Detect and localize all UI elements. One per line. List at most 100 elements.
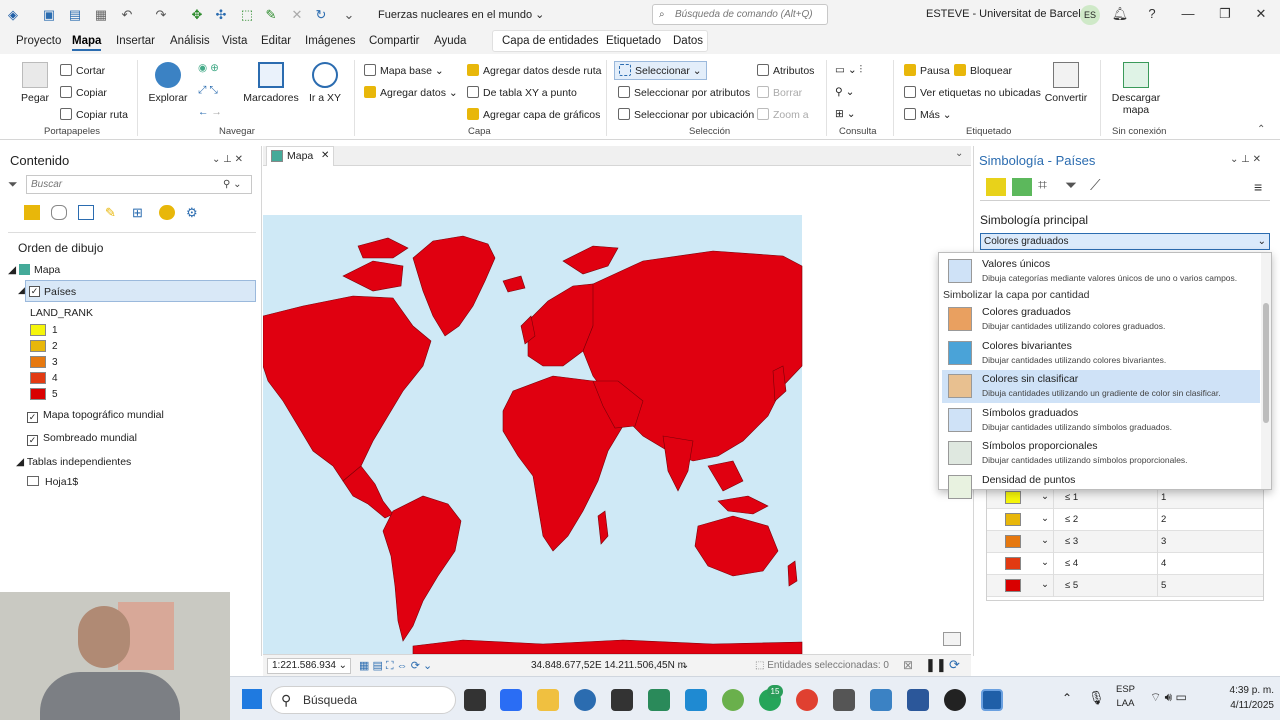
tab-etiquetado[interactable]: Etiquetado bbox=[606, 35, 661, 47]
tab-datos[interactable]: Datos bbox=[673, 35, 703, 47]
locate-icon[interactable]: ⚲ ⌄ bbox=[835, 86, 854, 98]
class-upper-value[interactable]: ≤ 5 bbox=[1065, 580, 1078, 591]
editing-view-icon[interactable]: ✎ bbox=[105, 205, 121, 220]
previous-extent-icon[interactable]: ← → bbox=[198, 106, 222, 118]
clear-selection-button[interactable]: Borrar bbox=[757, 86, 802, 99]
legend-swatch[interactable] bbox=[30, 340, 46, 352]
redo-icon[interactable]: ↷ bbox=[152, 6, 170, 24]
class-symbol-swatch[interactable] bbox=[1005, 557, 1021, 570]
select-button[interactable]: Seleccionar ⌄ bbox=[614, 61, 707, 80]
tab-proyecto[interactable]: Proyecto bbox=[16, 35, 61, 47]
system-tray-icons[interactable]: ⌔ 🔊︎ ▭ bbox=[1150, 690, 1187, 705]
pause-drawing-icon[interactable]: ❚❚ bbox=[925, 657, 947, 673]
chevron-down-icon[interactable]: ⌄ bbox=[1041, 513, 1049, 524]
chrome-icon[interactable] bbox=[796, 689, 818, 711]
convert-button[interactable]: Convertir bbox=[1043, 62, 1089, 104]
help-button[interactable]: ? bbox=[1142, 6, 1162, 21]
app-icon[interactable] bbox=[833, 689, 855, 711]
filter-icon[interactable]: ⏷ bbox=[8, 177, 18, 192]
collapse-ribbon-icon[interactable]: ⌃ bbox=[1257, 124, 1265, 135]
show-hidden-icons-chevron-icon[interactable]: ⌃ bbox=[1062, 691, 1072, 705]
basemap-topo-row[interactable]: ✓ Mapa topográfico mundial bbox=[27, 409, 164, 423]
symbology-method-select[interactable]: Colores graduados ⌄ bbox=[980, 233, 1270, 250]
chevron-down-icon[interactable]: ⌄ bbox=[1041, 535, 1049, 546]
refresh-map-icon[interactable]: ⟳ bbox=[949, 657, 960, 673]
labeling-view-icon[interactable] bbox=[159, 205, 175, 220]
add-data-from-path-button[interactable]: Agregar datos desde ruta bbox=[467, 64, 602, 77]
bookmarks-button[interactable]: Marcadores bbox=[243, 62, 299, 104]
copy-button[interactable]: Copiar bbox=[60, 86, 107, 99]
map-node[interactable]: ◢ Mapa bbox=[8, 264, 60, 276]
tab-map-view[interactable]: Mapa ✕ bbox=[266, 146, 334, 166]
hillshade-visibility-checkbox[interactable]: ✓ bbox=[27, 435, 38, 446]
table-toggle-icon[interactable]: ⊠ bbox=[903, 658, 913, 672]
class-row[interactable]: ⌄ ≤ 3 3 bbox=[987, 531, 1263, 553]
tab-mapa[interactable]: Mapa bbox=[72, 35, 102, 51]
app-icon[interactable] bbox=[648, 689, 670, 711]
clock[interactable]: 4:39 p. m. 4/11/2025 bbox=[1212, 683, 1274, 713]
class-label[interactable]: 2 bbox=[1161, 514, 1166, 525]
document-title[interactable]: Fuerzas nucleares en el mundo ⌄ bbox=[378, 8, 544, 21]
lock-labels-button[interactable]: Bloquear bbox=[954, 64, 1012, 77]
windows-start-icon[interactable] bbox=[242, 689, 262, 709]
data-source-icon[interactable] bbox=[51, 205, 67, 220]
symbol-layer-drawing-icon[interactable]: ⟋ bbox=[1090, 177, 1101, 194]
go-to-xy-button[interactable]: Ir a XY bbox=[308, 62, 342, 104]
class-row[interactable]: ⌄ ≤ 5 5 bbox=[987, 575, 1263, 597]
command-search-input[interactable]: ⌕ Búsqueda de comando (Alt+Q) bbox=[652, 4, 828, 25]
user-name[interactable]: ESTEVE - Universitat de Barcelona bbox=[926, 8, 1099, 20]
app-icon[interactable] bbox=[500, 689, 522, 711]
coordinate-units-chevron-icon[interactable]: ⌄ bbox=[681, 660, 689, 671]
paste-button[interactable]: Pegar bbox=[20, 62, 50, 104]
select-by-attributes-button[interactable]: Seleccionar por atributos bbox=[618, 86, 750, 99]
customize-qat-icon[interactable]: ⌄ bbox=[340, 6, 358, 24]
task-view-icon[interactable] bbox=[464, 689, 486, 711]
drawing-order-icon[interactable] bbox=[24, 205, 40, 220]
class-label[interactable]: 3 bbox=[1161, 536, 1166, 547]
collapse-icon[interactable]: ◢ bbox=[18, 285, 25, 296]
attributes-button[interactable]: Atributos bbox=[757, 64, 814, 77]
selection-view-icon[interactable] bbox=[78, 205, 94, 220]
avatar[interactable]: ES bbox=[1080, 5, 1100, 25]
class-symbol-swatch[interactable] bbox=[1005, 579, 1021, 592]
open-project-icon[interactable]: ▤ bbox=[66, 6, 84, 24]
vary-symbology-icon[interactable] bbox=[1012, 178, 1032, 196]
pan-icon[interactable]: ✥ bbox=[188, 6, 206, 24]
tab-insertar[interactable]: Insertar bbox=[116, 35, 155, 47]
refresh-icon[interactable]: ↻ bbox=[312, 6, 330, 24]
select-by-location-button[interactable]: Seleccionar por ubicación bbox=[618, 108, 754, 121]
edit-icon[interactable]: ✎ bbox=[262, 6, 280, 24]
arcgis-pro-logo-icon[interactable]: ◈ bbox=[4, 6, 22, 24]
layer-visibility-checkbox[interactable]: ✓ bbox=[29, 286, 40, 297]
option-graduated-symbols[interactable]: Símbolos graduados Dibujar cantidades uti… bbox=[942, 404, 1260, 437]
standalone-tables-node[interactable]: ◢ Tablas independientes bbox=[16, 456, 131, 468]
download-map-button[interactable]: Descargar mapa bbox=[1110, 62, 1162, 116]
close-doc-icon[interactable]: ✕ bbox=[288, 6, 306, 24]
xy-table-to-point-button[interactable]: De tabla XY a punto bbox=[467, 86, 577, 99]
pane-options-icon[interactable]: ⌄ ⊥ ✕ bbox=[212, 154, 243, 165]
class-label[interactable]: 4 bbox=[1161, 558, 1166, 569]
class-symbol-swatch[interactable] bbox=[1005, 513, 1021, 526]
infographics-icon[interactable]: ⊞ ⌄ bbox=[835, 108, 856, 120]
zoom-to-selection-button[interactable]: Zoom a bbox=[757, 108, 809, 121]
close-icon[interactable]: ✕ bbox=[1251, 6, 1271, 22]
measure-icon[interactable]: ▭ ⌄ ⫶ bbox=[835, 64, 862, 77]
class-row[interactable]: ⌄ ≤ 2 2 bbox=[987, 509, 1263, 531]
minimize-icon[interactable]: — bbox=[1178, 6, 1198, 21]
explore-button[interactable]: Explorar bbox=[148, 62, 188, 104]
app-icon[interactable] bbox=[944, 689, 966, 711]
app-icon[interactable] bbox=[611, 689, 633, 711]
tab-editar[interactable]: Editar bbox=[261, 35, 291, 47]
contents-search-input[interactable]: Buscar ⚲ ⌄ bbox=[26, 175, 252, 194]
legend-swatch[interactable] bbox=[30, 356, 46, 368]
class-upper-value[interactable]: ≤ 2 bbox=[1065, 514, 1078, 525]
class-upper-value[interactable]: ≤ 4 bbox=[1065, 558, 1078, 569]
word-icon[interactable] bbox=[907, 689, 929, 711]
restore-icon[interactable]: ❐ bbox=[1215, 6, 1235, 22]
layer-paises-row[interactable]: ◢ ✓ Países bbox=[18, 280, 256, 302]
cut-button[interactable]: Cortar bbox=[60, 64, 105, 77]
legend-swatch[interactable] bbox=[30, 372, 46, 384]
pause-labels-button[interactable]: Pausa bbox=[904, 64, 950, 77]
file-explorer-icon[interactable] bbox=[537, 689, 559, 711]
fixed-zoom-icon[interactable]: ⤢ ⤡ bbox=[198, 84, 218, 97]
